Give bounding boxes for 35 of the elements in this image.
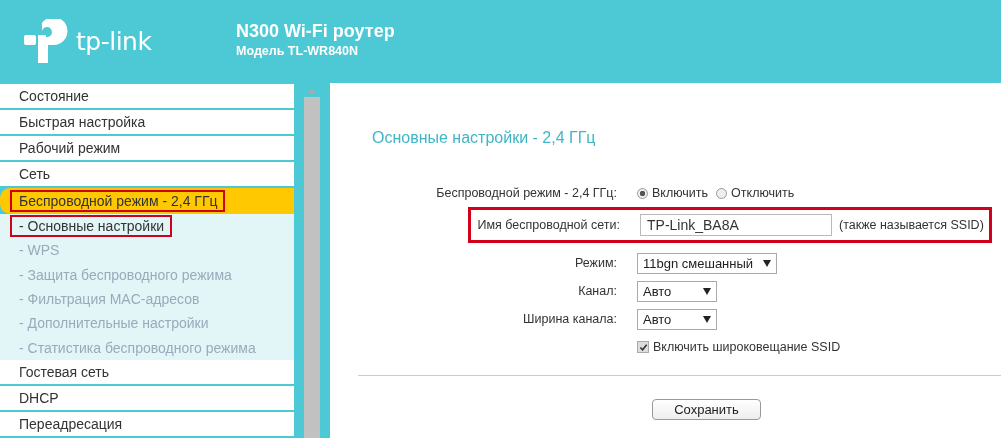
menu-item[interactable]: Рабочий режим <box>0 136 294 160</box>
dropdown[interactable]: 11bgn смешанный <box>637 252 777 274</box>
caret-icon <box>763 259 771 267</box>
router-title: N300 Wi-Fi роутер <box>236 21 395 42</box>
text-field[interactable]: TP-Link_BA8A <box>640 214 832 236</box>
radio-button[interactable] <box>637 187 648 199</box>
field-label: Беспроводной режим - 2,4 ГГц: <box>435 186 618 200</box>
caret-icon <box>703 315 711 323</box>
field-label: Ширина канала: <box>522 312 618 326</box>
field-hint: (также называется SSID) <box>839 218 984 232</box>
menu-item[interactable]: - Основные настройки <box>0 214 294 239</box>
menu-item[interactable]: Быстрая настройка <box>0 110 294 134</box>
field-label: Имя беспроводной сети: <box>476 218 621 232</box>
menu-item[interactable]: Переадресация <box>0 411 294 436</box>
section-heading: Основные настройки - 2,4 ГГц <box>372 129 597 147</box>
logo-icon <box>24 18 70 65</box>
menu-item[interactable]: Сеть <box>0 162 294 186</box>
menu-item[interactable]: Беспроводной режим - 2,4 ГГц <box>0 188 294 214</box>
model-name: Модель TL-WR840N <box>236 44 359 58</box>
scrollbar[interactable] <box>294 83 330 438</box>
field-label: Канал: <box>577 284 618 298</box>
checkbox-label[interactable]: Включить широковещание SSID <box>653 340 841 354</box>
dropdown[interactable]: Авто <box>637 280 717 302</box>
dropdown[interactable]: Авто <box>637 308 717 330</box>
menu-item[interactable]: DHCP <box>0 385 294 410</box>
caret-icon <box>703 287 711 295</box>
field-label: Режим: <box>574 256 618 270</box>
menu-item[interactable]: Гостевая сеть <box>0 359 294 384</box>
radio-label[interactable]: Отключить <box>731 186 795 200</box>
save-button[interactable]: Сохранить <box>652 399 761 420</box>
radio-label[interactable]: Включить <box>652 186 709 200</box>
logo-text: tp-link <box>76 27 152 56</box>
menu-item[interactable]: Состояние <box>0 84 294 108</box>
radio-button[interactable] <box>716 187 728 199</box>
checkbox[interactable] <box>637 341 649 353</box>
